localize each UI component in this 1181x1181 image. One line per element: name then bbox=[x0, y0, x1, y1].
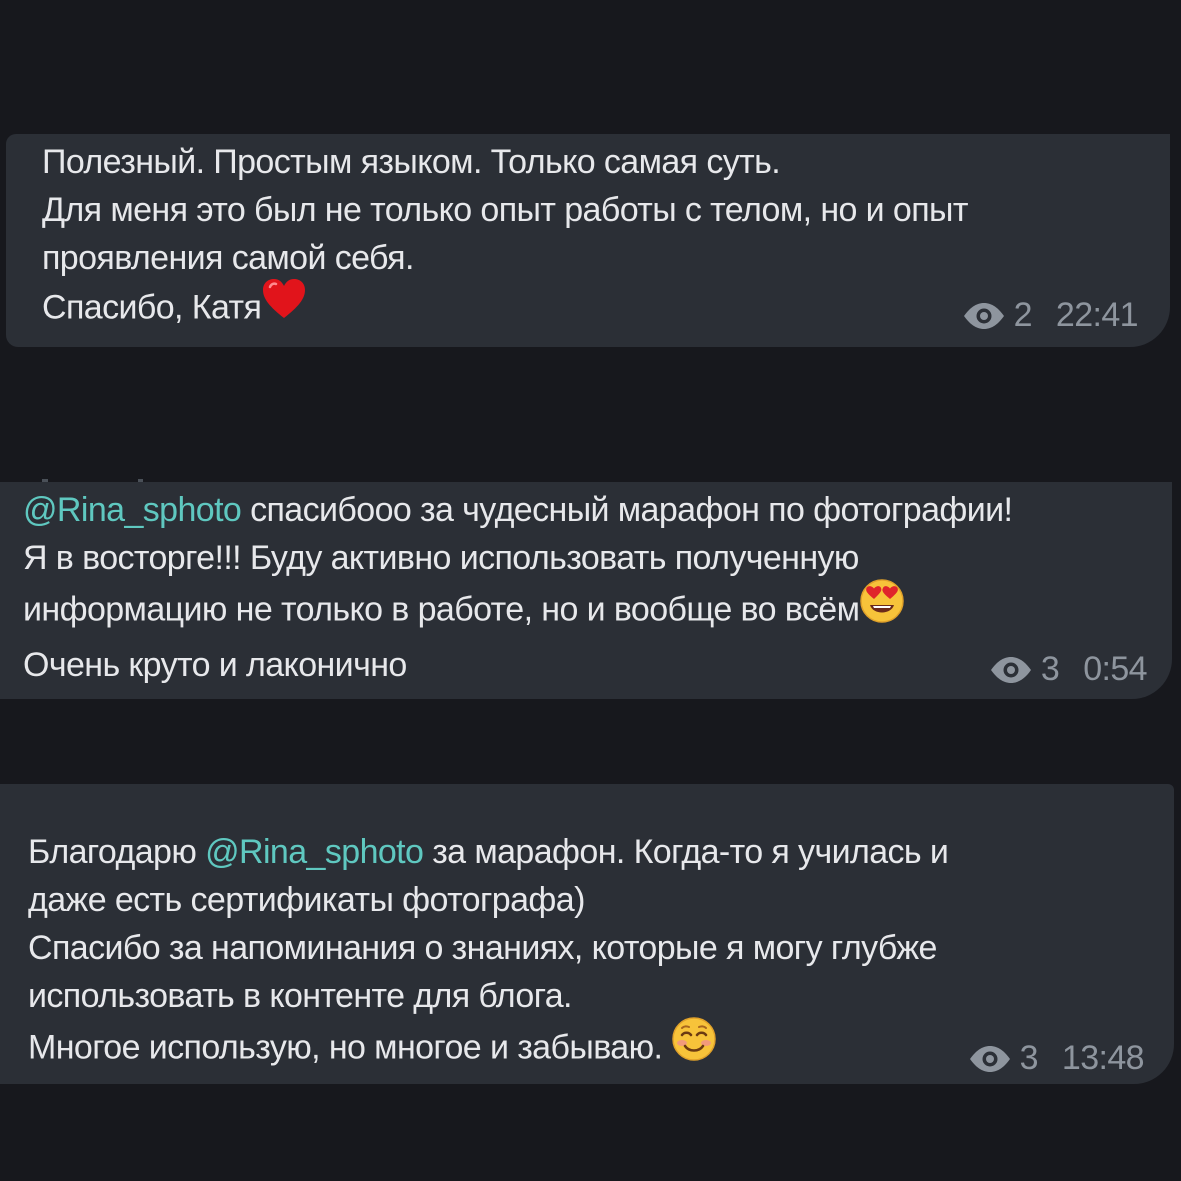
message-meta: 3 13:48 bbox=[968, 1039, 1145, 1078]
user-mention-link[interactable]: @Rina_sphoto bbox=[23, 491, 242, 529]
message-time: 0:54 bbox=[1083, 650, 1147, 688]
message-text: за марафон. Когда-то я училась и bbox=[423, 833, 949, 871]
message-text-line: Я в восторге!!! Буду активно использоват… bbox=[23, 539, 859, 577]
smiling-face-emoji bbox=[671, 1016, 717, 1075]
view-count: 2 bbox=[1013, 296, 1033, 334]
message-text-line: Полезный. Простым языком. Только самая с… bbox=[42, 143, 781, 181]
heart-eyes-emoji bbox=[859, 578, 905, 637]
red-heart-emoji bbox=[261, 278, 307, 333]
message-bubble[interactable]: Полезный. Простым языком. Только самая с… bbox=[6, 134, 1170, 347]
user-mention-link[interactable]: @Rina_sphoto bbox=[205, 833, 424, 871]
message-time: 22:41 bbox=[1055, 296, 1139, 334]
message-bubble[interactable]: Благодарю @Rina_sphoto за марафон. Когда… bbox=[0, 784, 1174, 1084]
message-text-line: использовать в контенте для блога. bbox=[28, 977, 573, 1015]
eye-icon bbox=[989, 656, 1033, 684]
message-text: информацию не только в работе, но и вооб… bbox=[23, 590, 860, 629]
message-text: Многое использую, но многое и забываю. bbox=[28, 1028, 672, 1067]
message-text-line: Для меня это был не только опыт работы с… bbox=[42, 191, 968, 229]
view-count: 3 bbox=[1040, 650, 1060, 688]
message-bubble[interactable]: @Rina_sphoto спасибооо за чудесный мараф… bbox=[0, 482, 1172, 699]
message-text-line: проявления самой себя. bbox=[42, 239, 414, 277]
message-text-line: даже есть сертификаты фотографа) bbox=[28, 881, 585, 919]
message-text-line: Благодарю @Rina_sphoto за марафон. Когда… bbox=[28, 828, 1174, 876]
message-meta: 3 0:54 bbox=[989, 650, 1148, 689]
view-count: 3 bbox=[1019, 1039, 1039, 1077]
message-meta: 2 22:41 bbox=[962, 296, 1139, 335]
message-text: спасибооо за чудесный марафон по фотогра… bbox=[241, 491, 1013, 529]
message-text: Благодарю bbox=[28, 833, 206, 871]
eye-icon bbox=[962, 302, 1006, 330]
eye-icon bbox=[968, 1045, 1012, 1073]
message-text: Спасибо, Катя bbox=[42, 288, 262, 327]
message-text-line: Спасибо за напоминания о знаниях, которы… bbox=[28, 929, 937, 967]
message-text-line: информацию не только в работе, но и вооб… bbox=[23, 579, 1172, 641]
message-text-line: @Rina_sphoto спасибооо за чудесный мараф… bbox=[23, 486, 1172, 534]
message-time: 13:48 bbox=[1061, 1039, 1145, 1077]
